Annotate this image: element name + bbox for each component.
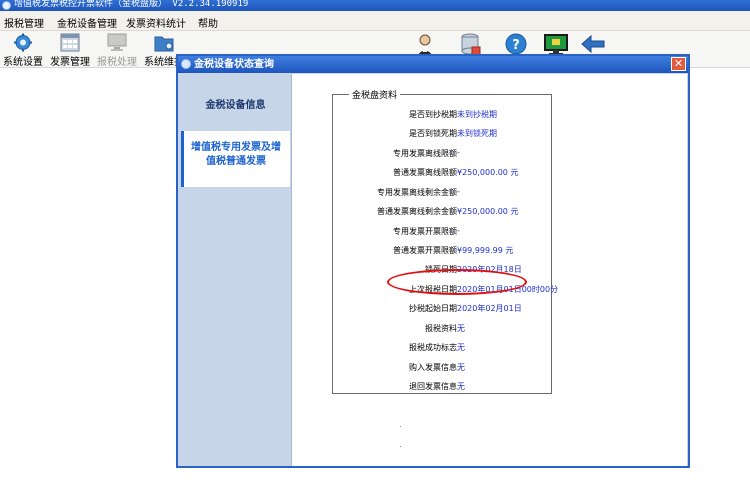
info-row: 专用发票开票限额 - [333, 226, 553, 240]
row-label: 专用发票开票限额 [393, 227, 457, 236]
divider-dot [400, 446, 401, 447]
invoice-management-button[interactable]: 发票管理 [47, 32, 93, 68]
app-logo-icon [2, 1, 11, 10]
info-row: 是否到抄税期 未到抄税期 [333, 109, 553, 123]
info-row: 专用发票离线剩余金额 - [333, 187, 553, 201]
row-label: 退回发票信息 [409, 382, 457, 391]
app-title-bar: 增值税发票税控开票软件（金税盘版） V2.2.34.190919 [0, 0, 750, 11]
row-label: 普通发票开票限额 [393, 246, 457, 255]
row-value: 无 [457, 324, 465, 333]
tab-vat-invoices[interactable]: 增值税专用发票及增值税普通发票 [181, 131, 290, 187]
tax-processing-button[interactable]: 报税处理 [94, 32, 140, 68]
row-value: - [457, 226, 460, 235]
info-row: 普通发票离线限额 ¥250,000.00 元 [333, 167, 553, 181]
system-settings-label: 系统设置 [3, 57, 43, 68]
row-label: 报税成功标志 [409, 343, 457, 352]
app-title: 增值税发票税控开票软件（金税盘版） V2.2.34.190919 [14, 0, 249, 9]
highlight-annotation [387, 269, 527, 295]
info-row: 报税成功标志 无 [333, 342, 553, 356]
info-row: 专用发票离线限额 - [333, 148, 553, 162]
row-label: 专用发票离线剩余金额 [377, 188, 457, 197]
info-row: 购入发票信息 无 [333, 362, 553, 376]
row-label: 普通发票离线限额 [393, 168, 457, 177]
row-label: 是否到抄税期 [409, 110, 457, 119]
system-settings-button[interactable]: 系统设置 [0, 32, 46, 68]
row-label: 普通发票离线剩余金额 [377, 207, 457, 216]
row-value: 未到抄税期 [457, 110, 497, 119]
dialog-title-icon [181, 59, 191, 69]
svg-text:?: ? [512, 38, 520, 53]
info-row: 普通发票开票限额 ¥99,999.99 元 [333, 245, 553, 259]
dialog-title: 金税设备状态查询 [194, 59, 274, 70]
tab-device-info[interactable]: 金税设备信息 [181, 96, 290, 116]
device-status-dialog: 金税设备状态查询 ✕ 金税设备信息 增值税专用发票及增值税普通发票 金税盘资料 … [176, 54, 690, 468]
row-value: - [457, 187, 460, 196]
row-value: 无 [457, 363, 465, 372]
row-label: 抄税起始日期 [409, 304, 457, 313]
device-info-panel: 金税盘资料 是否到抄税期 未到抄税期 是否到锁死期 未到锁死期 专用发票离线限额… [291, 74, 687, 466]
info-row: 退回发票信息 无 [333, 381, 553, 395]
menu-invoice-statistics[interactable]: 发票资料统计 [126, 15, 186, 30]
info-row: 普通发票离线剩余金额 ¥250,000.00 元 [333, 206, 553, 220]
info-row: 抄税起始日期 2020年02月01日 [333, 303, 553, 317]
tax-disk-info-group: 金税盘资料 是否到抄税期 未到抄税期 是否到锁死期 未到锁死期 专用发票离线限额… [332, 88, 558, 395]
row-value: 2020年02月01日 [457, 304, 522, 313]
menu-device-management[interactable]: 金税设备管理 [57, 15, 117, 30]
menu-bar: 报税管理 金税设备管理 发票资料统计 帮助 [0, 11, 750, 31]
info-row: 是否到锁死期 未到锁死期 [333, 128, 553, 142]
menu-help[interactable]: 帮助 [198, 15, 218, 30]
row-value: - [457, 148, 460, 157]
monitor-icon [106, 33, 128, 52]
folder-gear-icon [153, 33, 175, 52]
dialog-body: 金税设备信息 增值税专用发票及增值税普通发票 金税盘资料 是否到抄税期 未到抄税… [179, 74, 687, 466]
tax-processing-label: 报税处理 [97, 57, 137, 68]
group-title: 金税盘资料 [349, 88, 401, 101]
info-row: 报税资料 无 [333, 323, 553, 337]
close-button[interactable]: ✕ [671, 57, 686, 71]
dialog-title-bar[interactable]: 金税设备状态查询 ✕ [178, 56, 688, 73]
row-label: 报税资料 [425, 324, 457, 333]
row-label: 专用发票离线限额 [393, 149, 457, 158]
invoice-management-label: 发票管理 [50, 57, 90, 68]
row-value: 无 [457, 343, 465, 352]
row-value: ¥99,999.99 元 [457, 246, 514, 255]
row-value: ¥250,000.00 元 [457, 168, 519, 177]
divider-dot [400, 426, 401, 427]
row-value: 未到锁死期 [457, 129, 497, 138]
row-label: 购入发票信息 [409, 363, 457, 372]
row-value: ¥250,000.00 元 [457, 207, 519, 216]
gear-icon [12, 33, 34, 52]
menu-tax-report[interactable]: 报税管理 [4, 15, 44, 30]
row-label: 是否到锁死期 [409, 129, 457, 138]
invoice-icon [59, 33, 81, 52]
row-value: 无 [457, 382, 465, 391]
